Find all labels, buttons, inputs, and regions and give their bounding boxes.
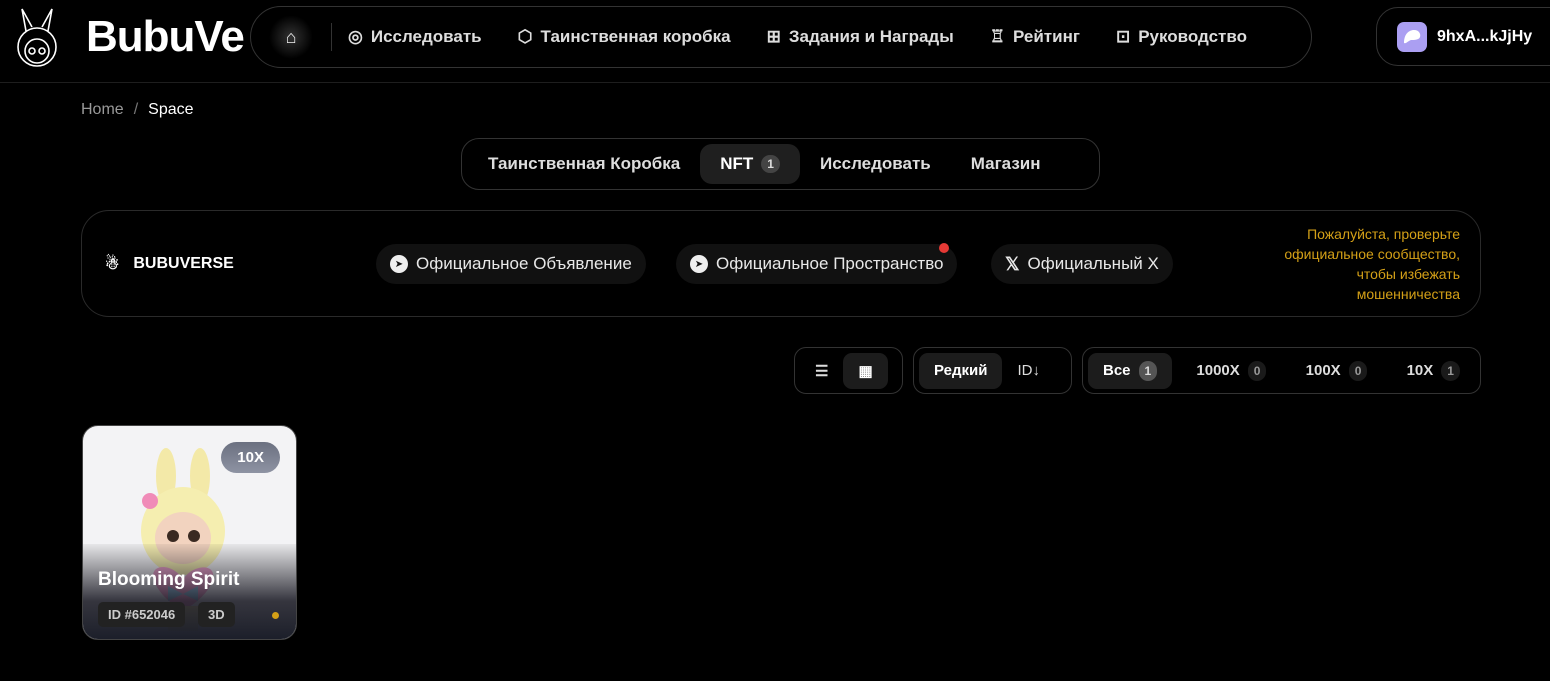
grid-icon: ▦ <box>858 362 873 380</box>
link-label: Официальное Объявление <box>416 254 632 273</box>
sort-id-button[interactable]: ID↓ <box>1002 353 1055 389</box>
brand-name[interactable]: BubuVe <box>86 12 245 62</box>
filter-count: 1 <box>1138 360 1158 381</box>
telegram-icon: ➤ <box>690 255 708 273</box>
bubu-icon: ☃ <box>105 256 120 273</box>
nav-label: Руководство <box>1138 27 1247 46</box>
warning-line: чтобы избежать <box>1356 266 1460 282</box>
nav-explore[interactable]: ◎ Исследовать <box>348 27 482 47</box>
x-icon: 𝕏 <box>1005 253 1020 274</box>
nav-label: Исследовать <box>370 27 482 46</box>
warning-line: мошенничества <box>1356 286 1460 302</box>
status-dot <box>272 612 279 619</box>
nft-type-tag: 3D <box>198 602 235 627</box>
sort-label: ID↓ <box>1017 362 1040 379</box>
filter-label: 1000X <box>1196 362 1240 379</box>
list-view-button[interactable]: ☰ <box>800 353 843 389</box>
official-space-link[interactable]: ➤ Официальное Пространство <box>676 243 958 284</box>
book-icon: ⊡ <box>1115 27 1131 46</box>
nav-divider <box>331 23 332 51</box>
filter-label: 100X <box>1305 362 1341 379</box>
tab-label: Магазин <box>970 154 1041 173</box>
nav-mystery-box[interactable]: ⬡ Таинственная коробка <box>518 27 731 47</box>
list-icon: ☰ <box>815 362 829 380</box>
tab-shop[interactable]: Магазин <box>951 144 1061 184</box>
nav-rating[interactable]: ♖ Рейтинг <box>990 27 1080 47</box>
scam-warning: Пожалуйста, проверьте официальное сообщес… <box>1284 224 1460 304</box>
telegram-icon: ➤ <box>390 255 408 273</box>
sort-rarity-button[interactable]: Редкий <box>919 352 1003 389</box>
rarity-filter: Все 1 1000X 0 100X 0 10X 1 <box>1082 347 1481 394</box>
nav-tasks[interactable]: ⊞ Задания и Награды <box>767 27 954 47</box>
nft-name: Blooming Spirit <box>98 569 240 590</box>
filter-10x[interactable]: 10X 1 <box>1392 353 1475 389</box>
link-label: Официальный X <box>1027 254 1159 273</box>
view-toggle: ☰ ▦ <box>794 347 903 394</box>
multiplier-badge: 10X <box>221 442 280 473</box>
gift-icon: ⊞ <box>766 27 781 46</box>
space-tabs: Таинственная Коробка NFT 1 Исследовать Ма… <box>461 138 1100 190</box>
nav-label: Таинственная коробка <box>540 27 731 46</box>
warning-line: Пожалуйста, проверьте <box>1307 226 1460 242</box>
nft-id-tag: ID #652046 <box>98 602 186 627</box>
tab-nft[interactable]: NFT 1 <box>700 144 800 184</box>
tab-label: Таинственная Коробка <box>488 154 681 173</box>
nav-guide[interactable]: ⊡ Руководство <box>1116 27 1247 47</box>
home-icon: ⌂ <box>285 26 297 47</box>
filter-count: 0 <box>1348 360 1368 381</box>
filter-count: 1 <box>1441 360 1460 381</box>
tab-mystery-box[interactable]: Таинственная Коробка <box>468 144 700 184</box>
compass-icon: ◎ <box>348 27 363 46</box>
trophy-icon: ♖ <box>989 27 1005 46</box>
tab-label: Исследовать <box>819 154 931 173</box>
community-brand: ☃ BUBUVERSE <box>105 254 234 274</box>
tab-label: NFT <box>720 154 754 173</box>
filter-count: 0 <box>1247 360 1267 381</box>
breadcrumb-current: Space <box>148 101 194 118</box>
filter-label: 10X <box>1406 362 1434 379</box>
filter-100x[interactable]: 100X 0 <box>1291 353 1383 389</box>
phantom-wallet-icon <box>1397 21 1427 52</box>
box-icon: ⬡ <box>517 27 533 46</box>
breadcrumb-separator: / <box>133 101 139 118</box>
wallet-address: 9hxA...kJjHy <box>1437 27 1533 45</box>
wallet-button[interactable]: 9hxA...kJjHy <box>1376 7 1550 66</box>
nav-label: Задания и Награды <box>788 27 954 46</box>
filter-label: Все <box>1103 362 1131 379</box>
bubuverse-logo[interactable] <box>8 5 66 69</box>
breadcrumb: Home / Space <box>81 101 194 119</box>
official-announcement-link[interactable]: ➤ Официальное Объявление <box>376 244 646 284</box>
nft-card[interactable]: 10X Blooming Spirit ID #652046 3D <box>82 425 297 640</box>
link-label: Официальное Пространство <box>716 254 944 273</box>
filter-all[interactable]: Все 1 <box>1088 352 1173 389</box>
breadcrumb-home[interactable]: Home <box>81 101 124 118</box>
nav-label: Рейтинг <box>1012 27 1080 46</box>
tab-explore[interactable]: Исследовать <box>800 144 951 184</box>
filter-1000x[interactable]: 1000X 0 <box>1181 353 1281 389</box>
tab-count-badge: 1 <box>761 155 780 173</box>
community-name: BUBUVERSE <box>133 255 234 272</box>
official-x-link[interactable]: 𝕏 Официальный X <box>991 244 1173 284</box>
sort-group: Редкий ID↓ <box>913 347 1072 394</box>
home-button[interactable]: ⌂ <box>269 15 313 59</box>
notification-dot <box>939 243 950 253</box>
warning-line: официальное сообщество, <box>1284 246 1460 262</box>
main-nav: ⌂ ◎ Исследовать ⬡ Таинственная коробка ⊞ За… <box>250 6 1312 68</box>
header-divider <box>0 82 1550 83</box>
sort-label: Редкий <box>934 362 988 379</box>
grid-view-button[interactable]: ▦ <box>843 352 888 389</box>
